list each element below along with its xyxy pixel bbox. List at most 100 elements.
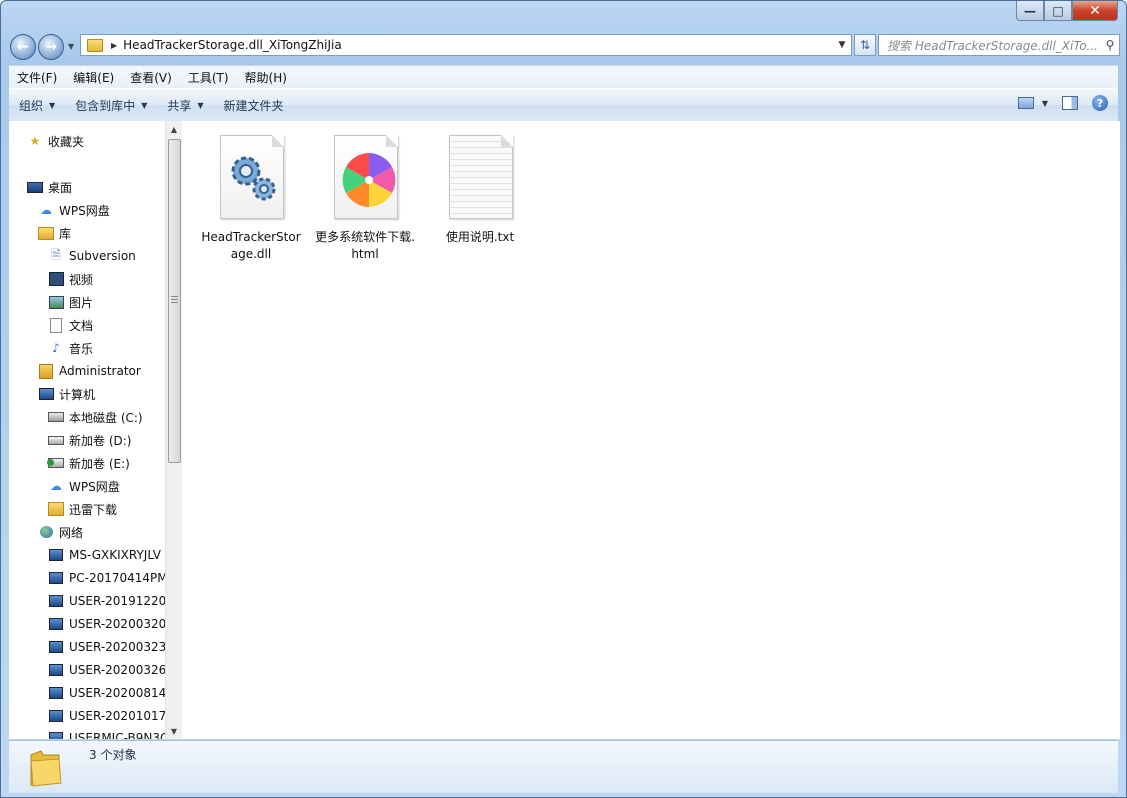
nav-drive-e[interactable]: 新加卷 (E:) [47,453,130,473]
file-item[interactable]: HeadTrackerStorage.dll [201,133,301,263]
computer-icon [48,548,64,562]
nav-desktop[interactable]: 桌面 [27,177,72,197]
html-colorful-icon [330,133,400,221]
file-name: 使用说明.txt [445,230,515,244]
address-path[interactable]: HeadTrackerStorage.dll_XiTongZhiJia [123,38,833,52]
menu-tools[interactable]: 工具(T) [180,69,237,86]
nav-label: USER-20201017I [69,709,165,723]
address-dropdown-icon[interactable]: ▼ [833,40,851,50]
grip-icon [171,296,178,305]
computer-icon [48,571,64,585]
share-button[interactable]: 共享 ▼ [157,97,213,114]
dll-gear-icon [216,133,286,221]
nav-drive-c[interactable]: 本地磁盘 (C:) [48,407,143,427]
nav-libraries[interactable]: 库 [38,223,71,243]
nav-host[interactable]: MS-GXKIXRYJLV [48,545,161,565]
nav-pictures[interactable]: 图片 [48,292,93,312]
back-button[interactable]: ← [10,34,36,60]
nav-label: 音乐 [69,341,94,356]
scroll-up-icon[interactable]: ▲ [166,121,182,137]
help-icon[interactable]: ? [1092,95,1108,111]
page-fold [501,135,513,147]
nav-label: USER-20191220I [69,594,165,608]
nav-host[interactable]: USER-20201017I [48,706,165,726]
nav-label: 计算机 [59,387,96,402]
nav-label: 新加卷 (E:) [69,456,130,471]
music-note-icon: ♪ [52,341,60,355]
nav-label: USER-202003200 [69,617,165,631]
menu-file[interactable]: 文件(F) [9,69,65,86]
nav-xunlei[interactable]: 迅雷下载 [48,499,117,519]
nav-host[interactable]: USERMIC-B9N3G [48,728,165,739]
network-icon [38,525,54,539]
cloud-icon: ☁ [50,479,62,493]
nav-host[interactable]: USER-20200814A [48,683,165,703]
nav-label: Administrator [59,364,141,378]
breadcrumb-arrow-icon[interactable]: ▶ [111,41,117,50]
computer-icon [48,709,64,723]
close-button[interactable]: ✕ [1072,1,1118,21]
search-input[interactable]: 搜索 HeadTrackerStorage.dll_XiTo... [879,37,1101,54]
organize-button[interactable]: 组织 ▼ [9,97,65,114]
nav-documents[interactable]: 文档 [48,315,93,335]
nav-host[interactable]: USER-20200326V [48,660,165,680]
file-name: HeadTrackerStorage.dll [201,230,301,261]
share-label: 共享 [167,98,192,113]
nav-administrator[interactable]: Administrator [38,361,141,381]
nav-host[interactable]: USER-20200323Y [48,637,165,657]
nav-computer[interactable]: 计算机 [38,384,95,404]
nav-host[interactable]: USER-202003200 [48,614,165,634]
drive-icon [48,433,64,447]
nav-music[interactable]: ♪ 音乐 [48,338,93,358]
chevron-down-icon: ▼ [1041,98,1048,108]
include-library-button[interactable]: 包含到库中 ▼ [65,97,157,114]
folder-icon [30,750,62,787]
menu-view[interactable]: 查看(V) [122,69,180,86]
address-bar[interactable]: ▶ HeadTrackerStorage.dll_XiTongZhiJia ▼ [80,34,852,56]
new-folder-button[interactable]: 新建文件夹 [214,97,294,114]
nav-network[interactable]: 网络 [38,522,83,542]
file-list-area: HeadTrackerStorage.dll 更多系统软件下载.html 使用说… [182,121,1120,739]
nav-wps-cloud-2[interactable]: ☁ WPS网盘 [48,476,120,496]
scroll-thumb[interactable] [168,139,181,463]
nav-host[interactable]: USER-20191220I [48,591,165,611]
file-name: 更多系统软件下载.html [315,230,415,261]
forward-button[interactable]: → [38,34,64,60]
nav-label: WPS网盘 [69,479,120,494]
user-folder-icon [38,363,54,379]
item-count: 3 个对象 [89,748,137,762]
computer-icon [38,387,54,401]
computer-icon [48,640,64,654]
preview-pane-icon[interactable] [1062,96,1078,110]
film-icon [48,272,64,286]
refresh-button[interactable]: ⇅ [854,34,876,56]
chevron-down-icon: ▼ [141,100,148,110]
nav-favorites[interactable]: ★ 收藏夹 [27,131,84,151]
cloud-icon: ☁ [40,203,52,217]
nav-wps-cloud[interactable]: ☁ WPS网盘 [38,200,110,220]
navigation-pane: ★ 收藏夹 桌面 ☁ WPS网盘 库 🗎 Subversion 视频 图片 文档 ♪ 音… [9,121,165,739]
page-fold [272,135,284,147]
nav-subversion[interactable]: 🗎 Subversion [48,246,136,266]
organize-label: 组织 [19,98,44,113]
nav-host[interactable]: PC-20170414PM [48,568,165,588]
nav-drive-d[interactable]: 新加卷 (D:) [48,430,131,450]
picture-icon [48,295,64,309]
nav-scrollbar[interactable]: ▲ ▼ [165,121,182,739]
folder-icon [87,38,103,52]
nav-label: WPS网盘 [59,203,110,218]
scroll-down-icon[interactable]: ▼ [166,723,182,739]
search-box[interactable]: 搜索 HeadTrackerStorage.dll_XiTo... ⚲ [878,34,1120,56]
maximize-button[interactable]: □ [1044,1,1072,21]
menu-edit[interactable]: 编辑(E) [65,69,122,86]
search-icon[interactable]: ⚲ [1101,38,1119,52]
file-item[interactable]: 使用说明.txt [430,133,530,246]
minimize-button[interactable]: — [1016,1,1044,21]
nav-label: USER-20200814A [69,686,165,700]
menu-help[interactable]: 帮助(H) [237,69,295,86]
recent-pages-dropdown[interactable]: ▼ [68,42,74,51]
nav-videos[interactable]: 视频 [48,269,93,289]
file-item[interactable]: 更多系统软件下载.html [315,133,415,263]
library-icon [38,226,54,240]
change-view-button[interactable]: ▼ [1017,97,1048,109]
